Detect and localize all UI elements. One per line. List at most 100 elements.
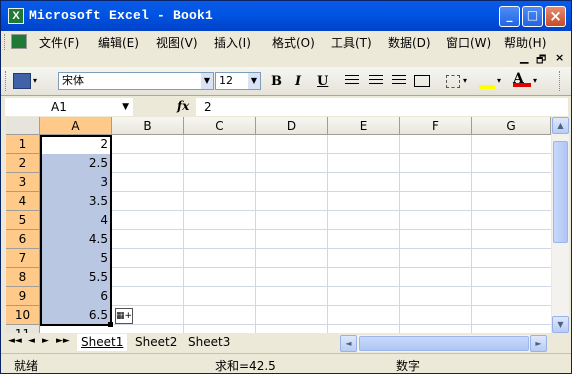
first-sheet-icon[interactable]: ◄◄ [8,336,22,346]
fx-icon[interactable]: fx [177,99,189,113]
font-name-select[interactable]: 宋体 ▼ [58,72,214,90]
cell-a3[interactable]: 3 [41,173,111,192]
document-icon[interactable] [11,34,27,49]
menu-view[interactable]: 视图(V) [156,34,198,51]
save-icon[interactable] [13,73,31,89]
prev-sheet-icon[interactable]: ◄ [28,336,35,346]
chevron-down-icon[interactable]: ▼ [122,98,129,116]
toolbar-options-chevron-icon[interactable]: ▾ [33,73,41,89]
chevron-down-icon[interactable]: ▼ [248,73,260,89]
row-header[interactable]: 3 [6,173,40,192]
maximize-icon: □ [526,8,539,22]
column-header[interactable]: D [256,117,328,135]
menu-help[interactable]: 帮助(H) [504,34,546,51]
menu-window[interactable]: 窗口(W) [446,34,491,51]
column-header[interactable]: A [40,117,112,135]
column-header[interactable]: G [472,117,551,135]
chevron-down-icon[interactable]: ▾ [463,73,471,89]
menu-insert[interactable]: 插入(I) [214,34,251,51]
scroll-thumb[interactable] [553,141,568,243]
worksheet-grid[interactable]: A B C D E F G 1 2 3 4 5 6 7 8 9 10 11 2 … [6,117,551,333]
select-all-corner[interactable] [6,117,40,135]
horizontal-scrollbar[interactable]: ◄ ► [340,335,547,352]
auto-fill-options-icon[interactable]: ▦+ [115,308,133,324]
scroll-up-icon[interactable]: ▲ [552,117,569,134]
cell-a4[interactable]: 3.5 [41,192,111,211]
row-header[interactable]: 6 [6,230,40,249]
horizontal-scroll-thumb[interactable] [359,336,529,351]
cell-a1[interactable]: 2 [41,135,111,154]
merge-center-icon[interactable] [414,75,430,87]
row-header[interactable]: 10 [6,306,40,325]
row-header[interactable]: 2 [6,154,40,173]
row-header[interactable]: 4 [6,192,40,211]
row-header[interactable]: 8 [6,268,40,287]
cell-a5[interactable]: 4 [41,211,111,230]
cell-a2[interactable]: 2.5 [41,154,111,173]
column-header[interactable]: C [184,117,256,135]
cell-a6[interactable]: 4.5 [41,230,111,249]
align-left-icon[interactable] [345,75,359,87]
italic-button[interactable]: I [295,74,313,90]
gridline [471,135,472,333]
borders-icon[interactable] [446,75,460,88]
align-center-icon[interactable] [369,75,383,87]
underline-button[interactable]: U [317,74,335,90]
scroll-down-icon[interactable]: ▼ [552,316,569,333]
close-button[interactable]: × [545,6,566,27]
gridline [40,324,551,325]
status-mode: 数字 [396,359,421,373]
menu-edit[interactable]: 编辑(E) [98,34,139,51]
menu-data[interactable]: 数据(D) [388,34,431,51]
gridline [40,229,551,230]
fill-color-icon[interactable] [479,73,495,89]
toolbar-end-grip[interactable] [559,71,563,91]
fill-handle[interactable] [108,322,113,327]
chevron-down-icon[interactable]: ▾ [497,73,505,89]
doc-minimize-button[interactable]: ▁ [520,51,528,64]
cell-a8[interactable]: 5.5 [41,268,111,287]
gridline [40,153,551,154]
minimize-button[interactable]: _ [499,6,520,27]
doc-close-button[interactable]: × [555,51,564,64]
scroll-right-icon[interactable]: ► [530,335,547,352]
last-sheet-icon[interactable]: ►► [56,336,70,346]
menu-grip[interactable] [4,34,8,50]
cell-a10[interactable]: 6.5 [41,306,111,325]
excel-app-icon[interactable]: X [8,8,24,24]
next-sheet-icon[interactable]: ► [42,336,49,346]
row-header[interactable]: 5 [6,211,40,230]
formula-input[interactable]: 2 [196,98,568,116]
font-color-button[interactable]: A [513,71,531,87]
vertical-scrollbar[interactable]: ▲ ▼ [552,117,569,333]
bold-button[interactable]: B [271,74,289,90]
column-header[interactable]: B [112,117,184,135]
align-right-icon[interactable] [392,75,406,87]
cell-a9[interactable]: 6 [41,287,111,306]
font-size-select[interactable]: 12 ▼ [215,72,261,90]
chevron-down-icon[interactable]: ▾ [533,73,541,89]
font-name-value: 宋体 [62,74,84,87]
gridline [40,305,551,306]
row-header[interactable]: 11 [6,325,40,333]
menu-format[interactable]: 格式(O) [272,34,315,51]
menu-tools[interactable]: 工具(T) [331,34,372,51]
menu-file[interactable]: 文件(F) [39,34,79,51]
chevron-down-icon[interactable]: ▼ [201,73,213,89]
gridline [183,135,184,333]
window-title: Microsoft Excel - Book1 [29,8,214,23]
gridline [399,135,400,333]
maximize-button[interactable]: □ [522,6,543,27]
sheet-tab-sheet1[interactable]: Sheet1 [77,334,128,351]
cell-a7[interactable]: 5 [41,249,111,268]
scroll-left-icon[interactable]: ◄ [340,335,357,352]
sheet-tab-sheet3[interactable]: Sheet3 [184,334,234,351]
row-header[interactable]: 1 [6,135,40,154]
name-box[interactable]: A1 ▼ [5,98,133,116]
toolbar-grip[interactable] [5,71,9,91]
column-header[interactable]: F [400,117,472,135]
column-header[interactable]: E [328,117,400,135]
row-header[interactable]: 9 [6,287,40,306]
sheet-tab-sheet2[interactable]: Sheet2 [131,334,181,351]
row-header[interactable]: 7 [6,249,40,268]
